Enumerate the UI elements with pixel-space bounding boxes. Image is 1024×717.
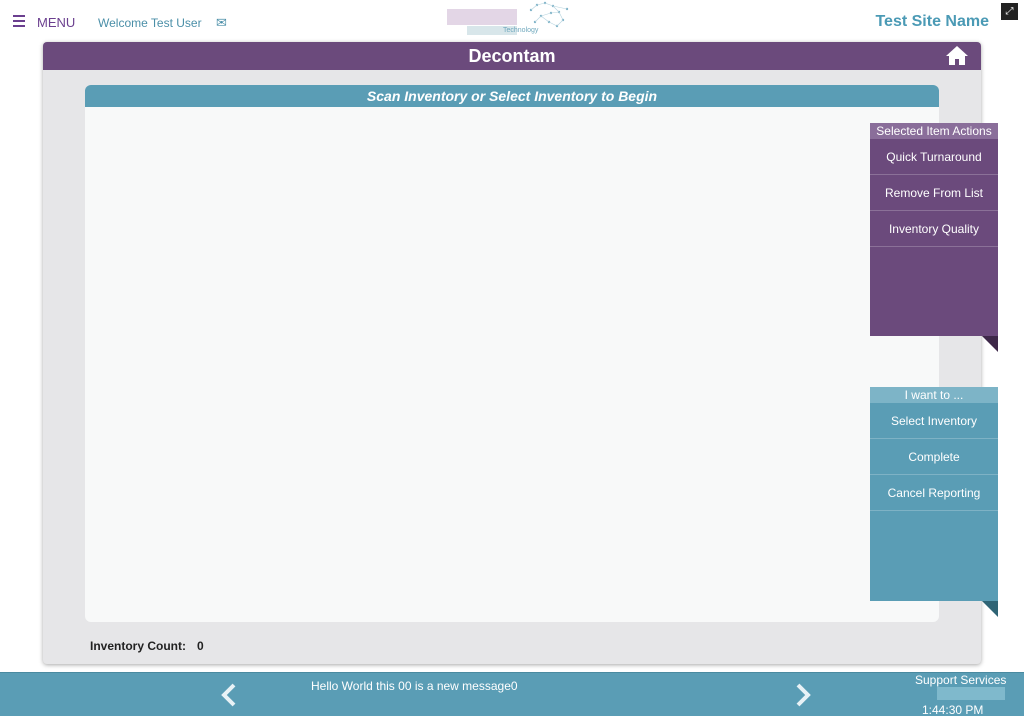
selected-item-actions-panel: Selected Item Actions Quick Turnaround R… bbox=[870, 123, 998, 336]
clock: 1:44:30 PM bbox=[922, 703, 984, 717]
home-icon[interactable] bbox=[945, 45, 969, 66]
quick-turnaround-button[interactable]: Quick Turnaround bbox=[870, 139, 998, 175]
logo-text: Technology bbox=[503, 27, 539, 34]
redacted-info bbox=[937, 687, 1005, 700]
complete-button[interactable]: Complete bbox=[870, 439, 998, 475]
page-title: Decontam bbox=[468, 46, 556, 66]
chevron-right-icon[interactable] bbox=[792, 682, 814, 708]
inventory-quality-button[interactable]: Inventory Quality bbox=[870, 211, 998, 247]
menu-button[interactable]: MENU bbox=[37, 15, 75, 30]
select-inventory-button[interactable]: Select Inventory bbox=[870, 403, 998, 439]
panel-fold-decoration bbox=[982, 336, 998, 352]
welcome-text: Welcome Test User bbox=[98, 16, 202, 30]
footer-message: Hello World this 00 is a new message0 bbox=[311, 679, 518, 693]
support-services-link[interactable]: Support Services bbox=[915, 673, 1006, 687]
i-want-to-panel: I want to ... Select Inventory Complete … bbox=[870, 387, 998, 601]
cancel-reporting-button[interactable]: Cancel Reporting bbox=[870, 475, 998, 511]
inventory-list[interactable] bbox=[85, 107, 939, 622]
company-logo: Technology bbox=[447, 0, 577, 38]
decontam-panel: Decontam Scan Inventory or Select Invent… bbox=[43, 42, 981, 664]
panel-fold-decoration bbox=[982, 601, 998, 617]
remove-from-list-button[interactable]: Remove From List bbox=[870, 175, 998, 211]
chevron-left-icon[interactable] bbox=[218, 682, 240, 708]
panel-header: Decontam bbox=[43, 42, 981, 70]
i-want-to-header: I want to ... bbox=[870, 387, 998, 403]
footer-bar: Hello World this 00 is a new message0 Su… bbox=[0, 672, 1024, 717]
instruction-text: Scan Inventory or Select Inventory to Be… bbox=[366, 88, 658, 104]
selected-item-actions-header: Selected Item Actions bbox=[870, 123, 998, 139]
top-bar: MENU Welcome Test User ✉ Technology Test… bbox=[0, 0, 1024, 42]
menu-icon[interactable] bbox=[13, 15, 25, 27]
instruction-bar: Scan Inventory or Select Inventory to Be… bbox=[85, 85, 939, 107]
inventory-count-label: Inventory Count: bbox=[90, 639, 186, 653]
expand-icon[interactable]: ⤢ bbox=[1001, 3, 1018, 20]
site-name: Test Site Name bbox=[875, 13, 989, 30]
mail-icon[interactable]: ✉ bbox=[216, 16, 227, 29]
inventory-count-value: 0 bbox=[197, 639, 204, 653]
